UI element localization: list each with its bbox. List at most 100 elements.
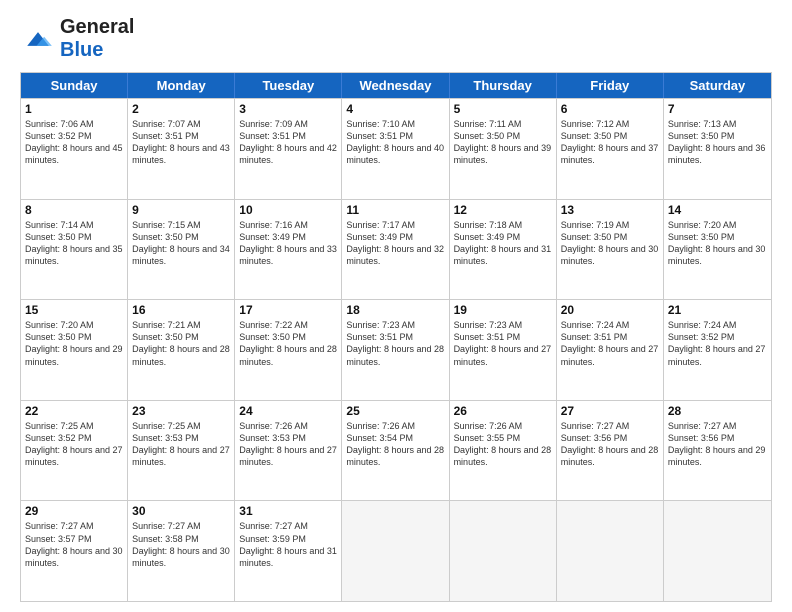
daylight-0-5: Daylight: 8 hours and 37 minutes.	[561, 142, 659, 166]
sunset-0-1: Sunset: 3:51 PM	[132, 130, 230, 142]
calendar-row-4: 29Sunrise: 7:27 AMSunset: 3:57 PMDayligh…	[21, 500, 771, 601]
day-number-3-0: 22	[25, 404, 123, 418]
sunset-1-5: Sunset: 3:50 PM	[561, 231, 659, 243]
sunrise-3-2: Sunrise: 7:26 AM	[239, 420, 337, 432]
sunset-0-2: Sunset: 3:51 PM	[239, 130, 337, 142]
daylight-4-1: Daylight: 8 hours and 30 minutes.	[132, 545, 230, 569]
header-monday: Monday	[128, 73, 235, 98]
sunset-3-6: Sunset: 3:56 PM	[668, 432, 767, 444]
daylight-0-1: Daylight: 8 hours and 43 minutes.	[132, 142, 230, 166]
daylight-2-3: Daylight: 8 hours and 28 minutes.	[346, 343, 444, 367]
logo-text: GeneralBlue	[60, 16, 134, 62]
daylight-3-2: Daylight: 8 hours and 27 minutes.	[239, 444, 337, 468]
daylight-4-2: Daylight: 8 hours and 31 minutes.	[239, 545, 337, 569]
sunset-2-0: Sunset: 3:50 PM	[25, 331, 123, 343]
calendar-cell-2-3: 18Sunrise: 7:23 AMSunset: 3:51 PMDayligh…	[342, 300, 449, 400]
sunrise-3-1: Sunrise: 7:25 AM	[132, 420, 230, 432]
calendar-cell-2-6: 21Sunrise: 7:24 AMSunset: 3:52 PMDayligh…	[664, 300, 771, 400]
sunrise-1-1: Sunrise: 7:15 AM	[132, 219, 230, 231]
sunrise-1-3: Sunrise: 7:17 AM	[346, 219, 444, 231]
daylight-0-0: Daylight: 8 hours and 45 minutes.	[25, 142, 123, 166]
day-number-3-2: 24	[239, 404, 337, 418]
calendar-cell-3-2: 24Sunrise: 7:26 AMSunset: 3:53 PMDayligh…	[235, 401, 342, 501]
logo: GeneralBlue	[20, 16, 134, 62]
daylight-1-1: Daylight: 8 hours and 34 minutes.	[132, 243, 230, 267]
sunrise-3-4: Sunrise: 7:26 AM	[454, 420, 552, 432]
daylight-2-5: Daylight: 8 hours and 27 minutes.	[561, 343, 659, 367]
sunrise-0-2: Sunrise: 7:09 AM	[239, 118, 337, 130]
calendar-cell-4-6	[664, 501, 771, 601]
calendar-cell-3-4: 26Sunrise: 7:26 AMSunset: 3:55 PMDayligh…	[450, 401, 557, 501]
calendar-cell-0-4: 5Sunrise: 7:11 AMSunset: 3:50 PMDaylight…	[450, 99, 557, 199]
sunrise-4-2: Sunrise: 7:27 AM	[239, 520, 337, 532]
calendar-row-0: 1Sunrise: 7:06 AMSunset: 3:52 PMDaylight…	[21, 98, 771, 199]
day-number-0-6: 7	[668, 102, 767, 116]
sunrise-4-0: Sunrise: 7:27 AM	[25, 520, 123, 532]
calendar-cell-1-6: 14Sunrise: 7:20 AMSunset: 3:50 PMDayligh…	[664, 200, 771, 300]
header-tuesday: Tuesday	[235, 73, 342, 98]
calendar-cell-2-5: 20Sunrise: 7:24 AMSunset: 3:51 PMDayligh…	[557, 300, 664, 400]
sunset-1-2: Sunset: 3:49 PM	[239, 231, 337, 243]
day-number-4-2: 31	[239, 504, 337, 518]
daylight-1-3: Daylight: 8 hours and 32 minutes.	[346, 243, 444, 267]
day-number-4-0: 29	[25, 504, 123, 518]
sunset-0-3: Sunset: 3:51 PM	[346, 130, 444, 142]
day-number-2-0: 15	[25, 303, 123, 317]
day-number-2-2: 17	[239, 303, 337, 317]
day-number-1-6: 14	[668, 203, 767, 217]
calendar-cell-1-3: 11 Sunrise: 7:17 AMSunset: 3:49 PMDayligh…	[342, 200, 449, 300]
header-friday: Friday	[557, 73, 664, 98]
calendar-cell-0-1: 2Sunrise: 7:07 AMSunset: 3:51 PMDaylight…	[128, 99, 235, 199]
day-number-2-1: 16	[132, 303, 230, 317]
daylight-0-2: Daylight: 8 hours and 42 minutes.	[239, 142, 337, 166]
sunrise-3-0: Sunrise: 7:25 AM	[25, 420, 123, 432]
calendar-cell-1-0: 8Sunrise: 7:14 AMSunset: 3:50 PMDaylight…	[21, 200, 128, 300]
sunrise-1-0: Sunrise: 7:14 AM	[25, 219, 123, 231]
sunset-3-3: Sunset: 3:54 PM	[346, 432, 444, 444]
sunset-2-1: Sunset: 3:50 PM	[132, 331, 230, 343]
day-number-3-6: 28	[668, 404, 767, 418]
sunrise-3-6: Sunrise: 7:27 AM	[668, 420, 767, 432]
daylight-3-0: Daylight: 8 hours and 27 minutes.	[25, 444, 123, 468]
calendar-cell-3-5: 27Sunrise: 7:27 AMSunset: 3:56 PMDayligh…	[557, 401, 664, 501]
sunrise-3-3: Sunrise: 7:26 AM	[346, 420, 444, 432]
daylight-3-1: Daylight: 8 hours and 27 minutes.	[132, 444, 230, 468]
calendar: Sunday Monday Tuesday Wednesday Thursday…	[20, 72, 772, 602]
sunrise-1-4: Sunrise: 7:18 AM	[454, 219, 552, 231]
calendar-cell-3-1: 23Sunrise: 7:25 AMSunset: 3:53 PMDayligh…	[128, 401, 235, 501]
daylight-0-6: Daylight: 8 hours and 36 minutes.	[668, 142, 767, 166]
sunrise-2-1: Sunrise: 7:21 AM	[132, 319, 230, 331]
sunrise-0-4: Sunrise: 7:11 AM	[454, 118, 552, 130]
day-number-3-4: 26	[454, 404, 552, 418]
calendar-cell-4-2: 31Sunrise: 7:27 AMSunset: 3:59 PMDayligh…	[235, 501, 342, 601]
daylight-2-2: Daylight: 8 hours and 28 minutes.	[239, 343, 337, 367]
calendar-cell-4-5	[557, 501, 664, 601]
calendar-header: Sunday Monday Tuesday Wednesday Thursday…	[21, 73, 771, 98]
sunset-3-0: Sunset: 3:52 PM	[25, 432, 123, 444]
sunrise-0-1: Sunrise: 7:07 AM	[132, 118, 230, 130]
daylight-2-1: Daylight: 8 hours and 28 minutes.	[132, 343, 230, 367]
sunrise-1-2: Sunrise: 7:16 AM	[239, 219, 337, 231]
day-number-2-6: 21	[668, 303, 767, 317]
sunrise-2-3: Sunrise: 7:23 AM	[346, 319, 444, 331]
sunset-1-0: Sunset: 3:50 PM	[25, 231, 123, 243]
sunrise-4-1: Sunrise: 7:27 AM	[132, 520, 230, 532]
daylight-1-6: Daylight: 8 hours and 30 minutes.	[668, 243, 767, 267]
day-number-2-4: 19	[454, 303, 552, 317]
sunset-1-6: Sunset: 3:50 PM	[668, 231, 767, 243]
calendar-cell-2-4: 19Sunrise: 7:23 AMSunset: 3:51 PMDayligh…	[450, 300, 557, 400]
day-number-1-3: 11	[346, 203, 444, 217]
calendar-cell-2-2: 17Sunrise: 7:22 AMSunset: 3:50 PMDayligh…	[235, 300, 342, 400]
sunset-3-4: Sunset: 3:55 PM	[454, 432, 552, 444]
daylight-0-4: Daylight: 8 hours and 39 minutes.	[454, 142, 552, 166]
calendar-cell-0-3: 4Sunrise: 7:10 AMSunset: 3:51 PMDaylight…	[342, 99, 449, 199]
header-saturday: Saturday	[664, 73, 771, 98]
sunrise-3-5: Sunrise: 7:27 AM	[561, 420, 659, 432]
daylight-1-5: Daylight: 8 hours and 30 minutes.	[561, 243, 659, 267]
sunset-1-3: Sunset: 3:49 PM	[346, 231, 444, 243]
sunset-2-2: Sunset: 3:50 PM	[239, 331, 337, 343]
daylight-4-0: Daylight: 8 hours and 30 minutes.	[25, 545, 123, 569]
calendar-cell-4-3	[342, 501, 449, 601]
sunrise-0-0: Sunrise: 7:06 AM	[25, 118, 123, 130]
day-number-0-5: 6	[561, 102, 659, 116]
